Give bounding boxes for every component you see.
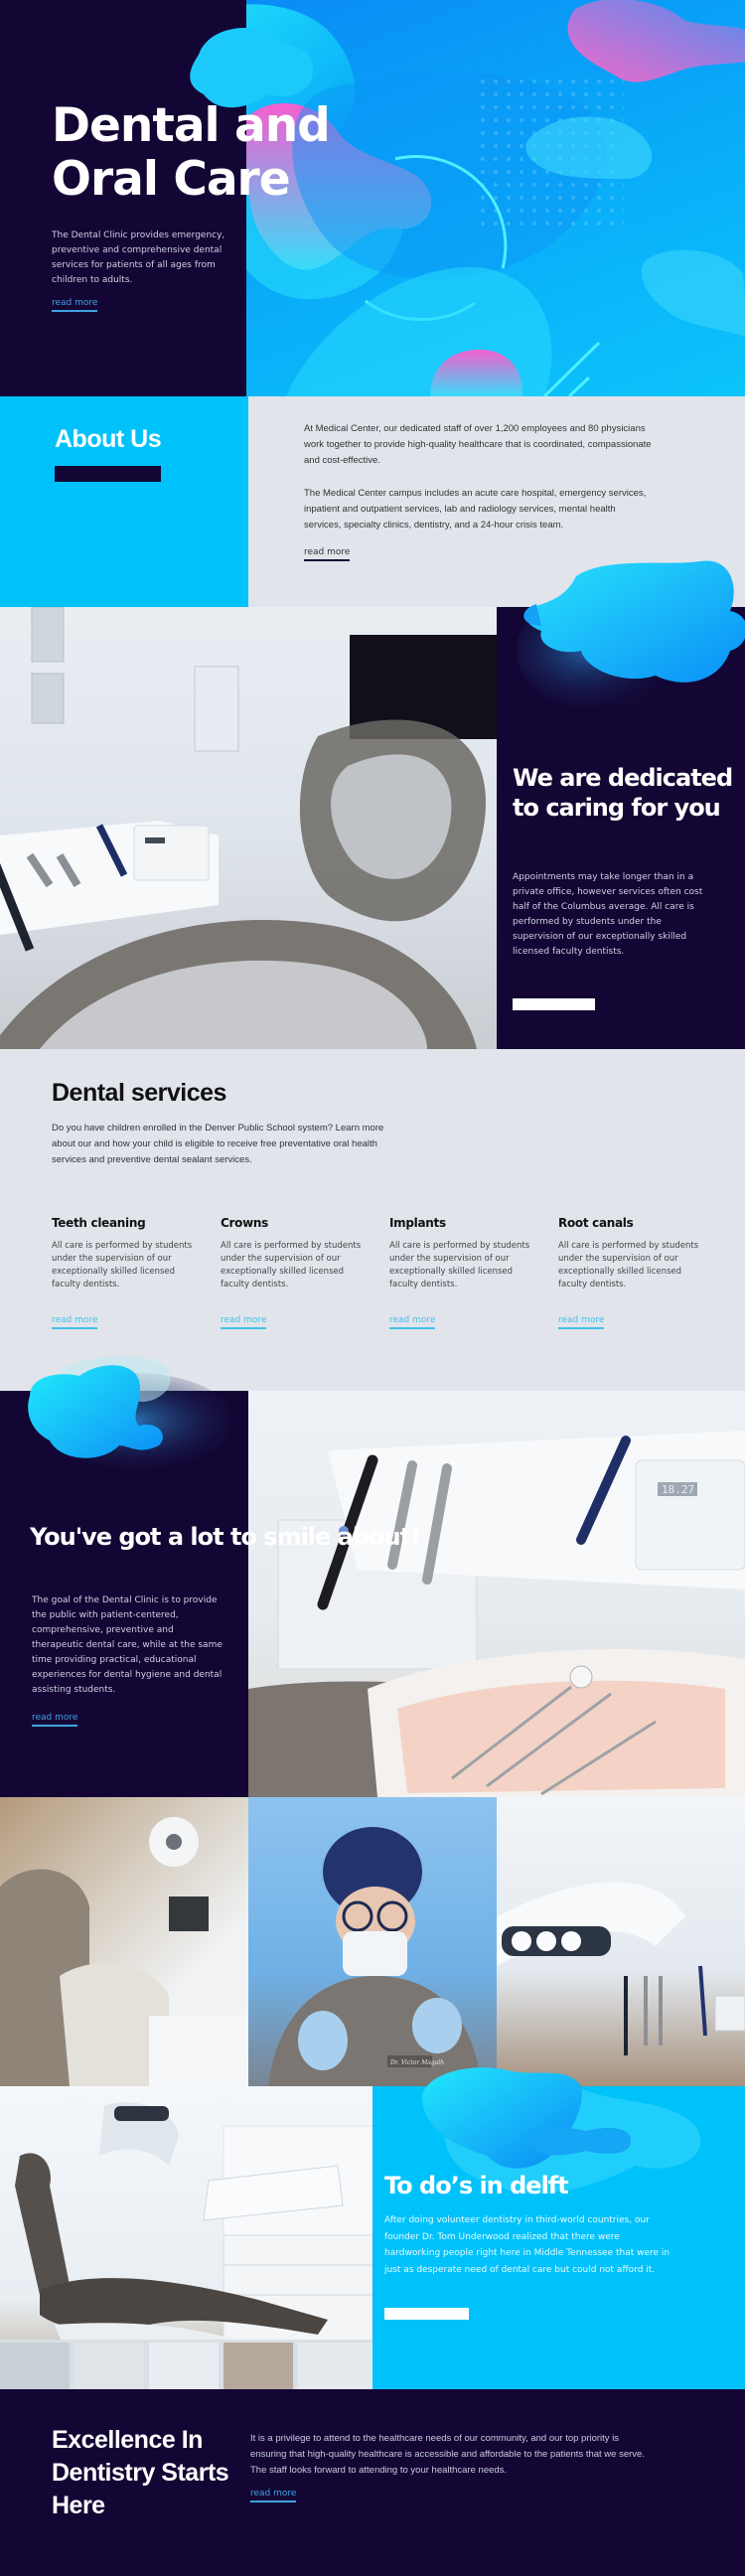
service-card: Root canals All care is performed by stu…: [558, 1216, 702, 1329]
hero-title-line2: Oral Care: [52, 152, 291, 207]
dental-unit-illustration: [497, 1882, 745, 2055]
dental-room-photo: [0, 607, 497, 1049]
chair-overhead-illustration: [0, 1817, 248, 2086]
service-title: Implants: [389, 1216, 446, 1230]
service-description: All care is performed by students under …: [221, 1241, 362, 1289]
service-read-more-link[interactable]: read more: [389, 1315, 436, 1329]
smile-fluid-blob: [28, 1356, 228, 1468]
hero-description: The Dental Clinic provides emergency, pr…: [52, 230, 225, 285]
dedicated-description: Appointments may take longer than in a p…: [513, 872, 703, 957]
dental-chair-photo: [0, 2086, 372, 2389]
service-description: All care is performed by students under …: [52, 1241, 193, 1289]
dedicated-title: We are dedicated to caring for you: [513, 764, 733, 822]
about-paragraph-1: At Medical Center, our dedicated staff o…: [304, 423, 652, 466]
service-read-more-link[interactable]: read more: [558, 1315, 605, 1329]
hero-title-line1: Dental and: [52, 98, 331, 153]
dental-instruments-photo: 18.27: [248, 1391, 745, 1797]
hero-title: Dental and Oral Care: [52, 98, 331, 207]
services-intro: Do you have children enrolled in the Den…: [52, 1123, 384, 1165]
about-title: About Us: [55, 425, 162, 453]
gallery-photo-dental-unit: [497, 1797, 745, 2086]
services-title: Dental services: [52, 1079, 226, 1107]
todo-description: After doing volunteer dentistry in third…: [384, 2215, 670, 2275]
service-description: All care is performed by students under …: [558, 1241, 699, 1289]
gallery-photo-dentist: Dr. Victor Magalh: [248, 1797, 497, 2086]
service-title: Teeth cleaning: [52, 1216, 146, 1230]
footer-description: It is a privilege to attend to the healt…: [250, 2433, 645, 2476]
gallery-photo-chair-overhead: [0, 1797, 248, 2086]
service-title: Root canals: [558, 1216, 634, 1230]
service-title: Crowns: [221, 1216, 268, 1230]
footer-title: Excellence In Dentistry Starts Here: [52, 2426, 229, 2519]
dedicated-fluid-blob: [517, 560, 745, 705]
hero-read-more-link[interactable]: read more: [52, 298, 98, 312]
service-read-more-link[interactable]: read more: [221, 1315, 267, 1329]
dental-room-illustration: [0, 607, 497, 1049]
dental-instruments-illustration: 18.27: [248, 1431, 745, 1797]
todo-button[interactable]: [384, 2308, 469, 2320]
about-paragraph-2: The Medical Center campus includes an ac…: [304, 488, 647, 530]
unit-display-readout: 18.27: [662, 1483, 694, 1496]
about-title-underline-bar: [55, 466, 161, 482]
smile-description: The goal of the Dental Clinic is to prov…: [32, 1595, 223, 1695]
smile-title: You've got a lot to smile about!: [30, 1523, 421, 1551]
service-card: Implants All care is performed by studen…: [389, 1216, 533, 1329]
dental-chair-illustration: [0, 2102, 372, 2389]
dentist-illustration: Dr. Victor Magalh: [268, 1827, 482, 2086]
service-description: All care is performed by students under …: [389, 1241, 530, 1289]
footer-read-more-link[interactable]: read more: [250, 2489, 297, 2502]
smile-read-more-link[interactable]: read more: [32, 1713, 78, 1727]
service-read-more-link[interactable]: read more: [52, 1315, 98, 1329]
service-card: Teeth cleaning All care is performed by …: [52, 1216, 196, 1329]
todo-title: To do’s in delft: [384, 2172, 569, 2199]
service-card: Crowns All care is performed by students…: [221, 1216, 365, 1329]
about-read-more-link[interactable]: read more: [304, 547, 351, 561]
dedicated-button[interactable]: [513, 998, 595, 1010]
hero-section: Dental and Oral Care The Dental Clinic p…: [0, 0, 745, 396]
